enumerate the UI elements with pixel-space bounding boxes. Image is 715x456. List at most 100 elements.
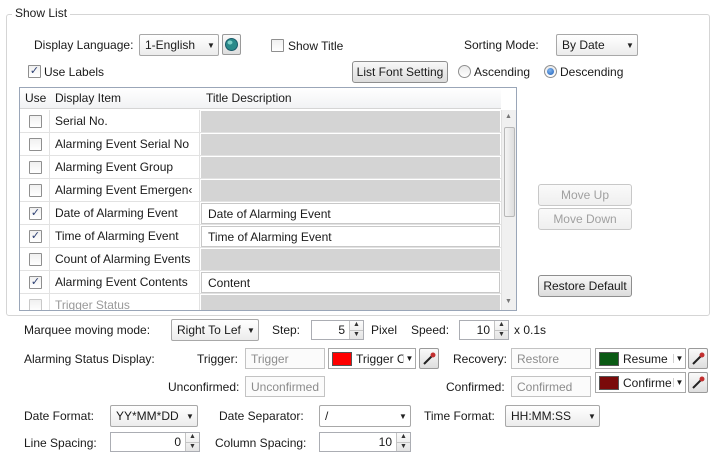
sorting-mode-select[interactable]: By Date ▼	[556, 34, 638, 56]
spin-arrows-icon[interactable]: ▲ ▼	[349, 321, 363, 339]
display-item-cell: Alarming Event Group	[50, 156, 200, 179]
chevron-down-icon: ▼	[186, 411, 194, 421]
table-row[interactable]: Alarming Event Group	[20, 156, 501, 179]
time-format-label: Time Format:	[424, 409, 495, 423]
title-description-cell	[201, 180, 500, 201]
date-separator-select[interactable]: / ▼	[319, 405, 411, 427]
table-row[interactable]: Trigger Status	[20, 294, 501, 310]
chevron-down-icon: ▼	[588, 411, 596, 421]
scroll-up-icon[interactable]: ▲	[505, 113, 512, 120]
table-row[interactable]: Count of Alarming Events	[20, 248, 501, 271]
row-use-checkbox[interactable]: ✓	[29, 230, 42, 243]
step-value: 5	[338, 323, 345, 337]
eyedropper-icon	[423, 352, 436, 365]
show-title-label: Show Title	[288, 39, 344, 53]
checkmark-icon: ✓	[30, 276, 41, 288]
recovery-color-picker[interactable]	[688, 348, 708, 369]
table-row[interactable]: ✓ Alarming Event Contents Content	[20, 271, 501, 294]
speed-value: 10	[476, 323, 490, 337]
alarm-status-label: Alarming Status Display:	[24, 352, 155, 366]
group-title: Show List	[12, 6, 71, 20]
move-up-button[interactable]: Move Up	[538, 184, 632, 206]
language-button[interactable]	[222, 34, 241, 55]
marquee-mode-label: Marquee moving mode:	[24, 323, 151, 337]
use-cell: ✓	[20, 271, 50, 294]
use-cell: ✓	[20, 225, 50, 248]
table-row[interactable]: ✓ Time of Alarming Event Time of Alarmin…	[20, 225, 501, 248]
row-use-checkbox[interactable]	[29, 115, 42, 128]
row-use-checkbox[interactable]	[29, 184, 42, 197]
table-scrollbar[interactable]: ▲ ▼	[501, 110, 516, 310]
trigger-color-select[interactable]: Trigger C ▼	[328, 348, 416, 369]
speed-spinner[interactable]: 10 ▲ ▼	[459, 320, 509, 340]
trigger-color-swatch	[332, 351, 352, 366]
marquee-mode-select[interactable]: Right To Lef ▼	[171, 319, 259, 341]
ascending-radio[interactable]	[458, 65, 471, 78]
scroll-thumb[interactable]	[504, 127, 515, 217]
recovery-color-select[interactable]: Resume ▼	[595, 348, 686, 369]
recovery-color-swatch	[599, 351, 619, 366]
table-row[interactable]: Serial No.	[20, 110, 501, 133]
recovery-text-field[interactable]: Restore	[511, 348, 591, 369]
checkmark-icon: ✓	[29, 65, 40, 77]
title-description-cell[interactable]: Content	[201, 272, 500, 293]
table-row[interactable]: Alarming Event Serial No	[20, 133, 501, 156]
column-header-display-item: Display Item	[55, 91, 122, 105]
confirmed-color-select[interactable]: Confirme ▼	[595, 372, 686, 393]
time-format-select[interactable]: HH:MM:SS ▼	[505, 405, 600, 427]
date-separator-label: Date Separator:	[219, 409, 304, 423]
trigger-color-picker[interactable]	[419, 348, 439, 369]
row-use-checkbox[interactable]	[29, 253, 42, 266]
line-spacing-value: 0	[174, 435, 181, 449]
row-use-checkbox[interactable]: ✓	[29, 207, 42, 220]
column-header-title-description: Title Description	[206, 91, 292, 105]
confirmed-label: Confirmed:	[446, 380, 505, 394]
descending-radio[interactable]	[544, 65, 557, 78]
row-use-checkbox[interactable]: ✓	[29, 276, 42, 289]
table-row[interactable]: Alarming Event Emergen‹	[20, 179, 501, 202]
trigger-color-name: Trigger C	[356, 351, 403, 366]
show-title-checkbox[interactable]	[271, 39, 284, 52]
spin-arrows-icon[interactable]: ▲ ▼	[396, 433, 410, 451]
title-description-cell	[201, 157, 500, 178]
unconfirmed-label: Unconfirmed:	[168, 380, 240, 394]
title-description-cell	[201, 134, 500, 155]
use-cell	[20, 133, 50, 156]
trigger-text-field[interactable]: Trigger	[245, 348, 325, 369]
unconfirmed-text-field[interactable]: Unconfirmed	[245, 376, 325, 397]
row-use-checkbox[interactable]	[29, 161, 42, 174]
chevron-down-icon: ▼	[626, 40, 634, 50]
line-spacing-label: Line Spacing:	[24, 436, 97, 450]
use-cell	[20, 156, 50, 179]
title-description-cell	[201, 249, 500, 270]
confirmed-color-swatch	[599, 375, 619, 390]
title-description-cell[interactable]: Time of Alarming Event	[201, 226, 500, 247]
step-spinner[interactable]: 5 ▲ ▼	[311, 320, 364, 340]
list-font-setting-button[interactable]: List Font Setting	[352, 61, 448, 83]
step-label: Step:	[272, 323, 301, 337]
date-format-select[interactable]: YY*MM*DD ▼	[110, 405, 198, 427]
column-header-use: Use	[25, 91, 47, 105]
title-description-cell[interactable]: Date of Alarming Event	[201, 203, 500, 224]
table-header: Use Display Item Title Description	[20, 88, 501, 109]
confirmed-color-picker[interactable]	[688, 372, 708, 393]
move-down-button[interactable]: Move Down	[538, 208, 632, 230]
restore-default-button[interactable]: Restore Default	[538, 275, 632, 297]
confirmed-text-field[interactable]: Confirmed	[511, 376, 591, 397]
line-spacing-spinner[interactable]: 0 ▲ ▼	[110, 432, 200, 452]
row-use-checkbox[interactable]	[29, 138, 42, 151]
time-format-value: HH:MM:SS	[511, 409, 571, 423]
display-language-select[interactable]: 1-English ▼	[139, 34, 219, 56]
column-spacing-spinner[interactable]: 10 ▲ ▼	[319, 432, 411, 452]
chevron-down-icon: ▼	[403, 354, 415, 363]
display-item-cell: Date of Alarming Event	[50, 202, 200, 225]
scroll-down-icon[interactable]: ▼	[505, 298, 512, 305]
sorting-mode-label: Sorting Mode:	[464, 38, 539, 52]
use-cell	[20, 110, 50, 133]
table-row[interactable]: ✓ Date of Alarming Event Date of Alarmin…	[20, 202, 501, 225]
row-use-checkbox[interactable]	[29, 299, 42, 310]
use-labels-checkbox[interactable]: ✓	[28, 65, 41, 78]
spin-arrows-icon[interactable]: ▲ ▼	[185, 433, 199, 451]
spin-arrows-icon[interactable]: ▲ ▼	[494, 321, 508, 339]
checkmark-icon: ✓	[30, 230, 41, 242]
